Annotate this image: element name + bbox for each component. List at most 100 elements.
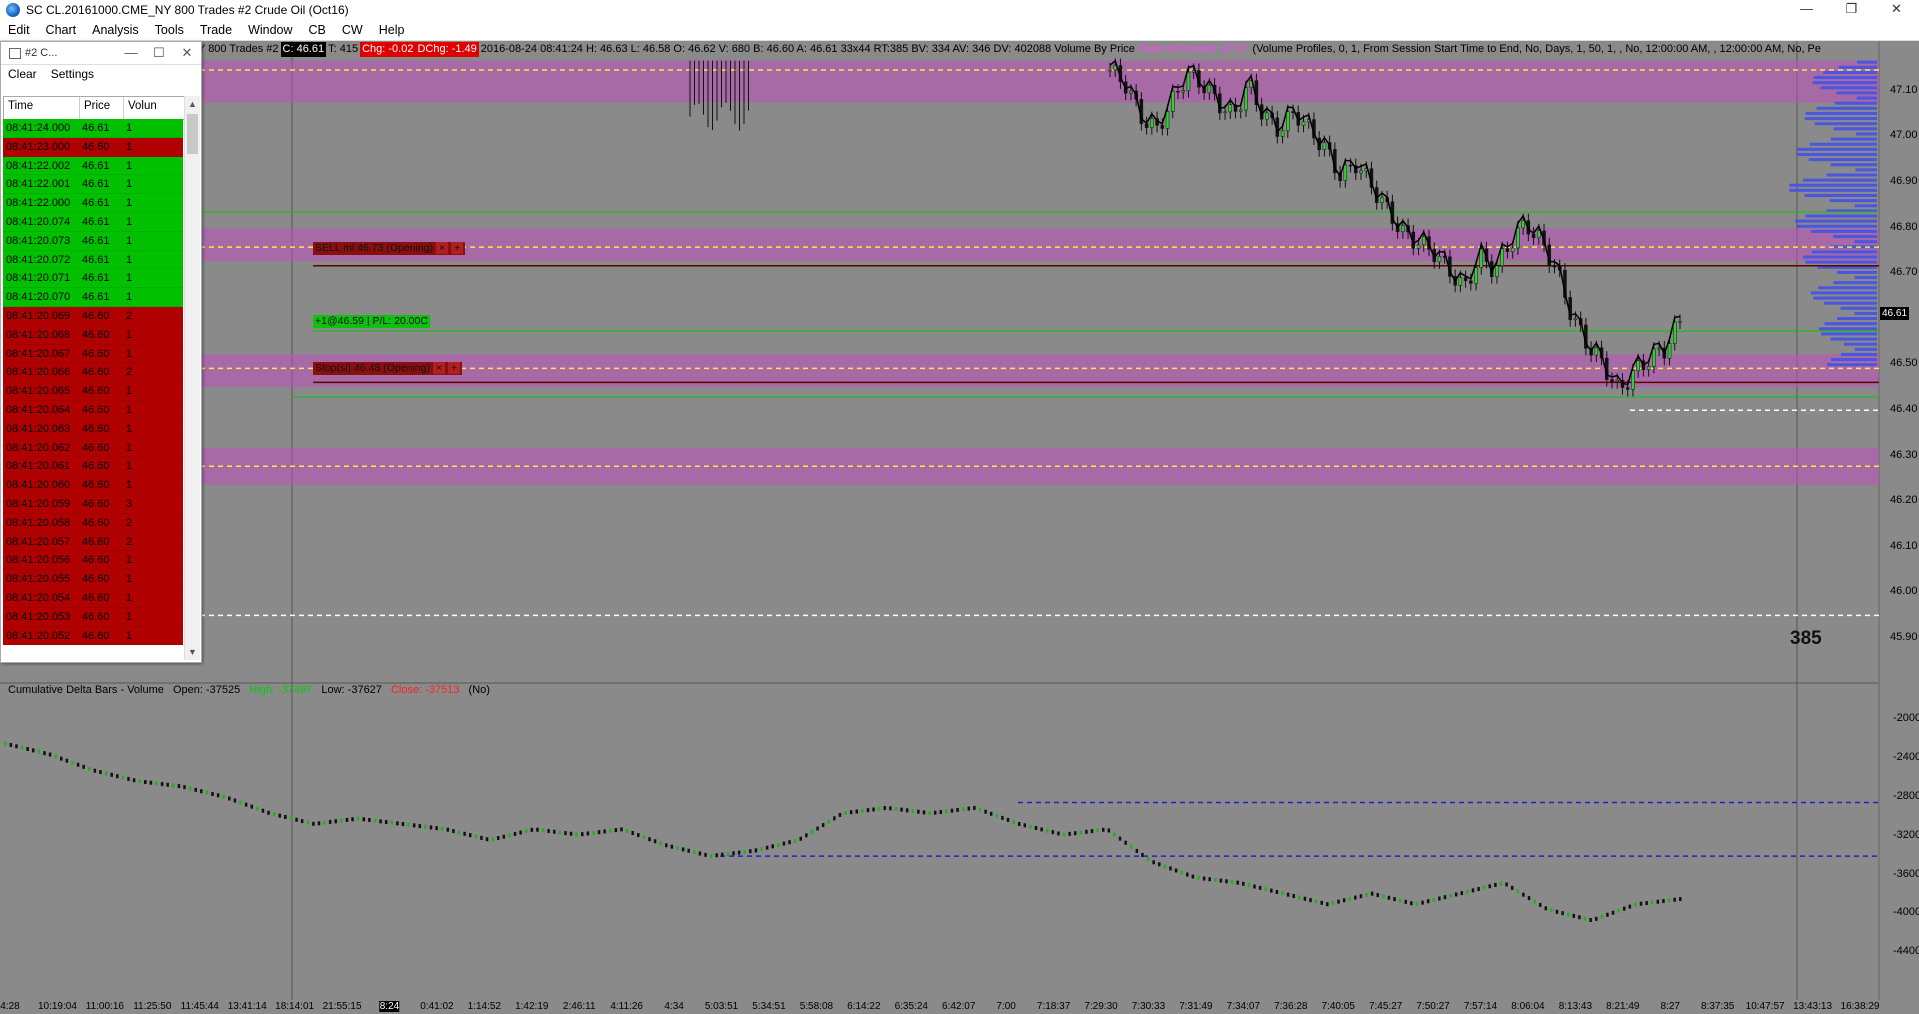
menu-trade[interactable]: Trade: [192, 23, 240, 37]
menu-analysis[interactable]: Analysis: [84, 23, 147, 37]
col-volume[interactable]: Volun: [124, 97, 184, 119]
menu-help[interactable]: Help: [371, 23, 413, 37]
price-chart-canvas[interactable]: [0, 41, 1919, 1014]
ts-cell-time: 08:41:20.062: [6, 441, 71, 454]
ts-title-bar[interactable]: #2 C... — ☐ ✕: [1, 42, 201, 65]
delta-bar: [474, 834, 478, 839]
close-button[interactable]: ✕: [1874, 0, 1919, 20]
ts-row[interactable]: 08:41:20.053 46.60 1: [3, 607, 183, 627]
sell-order-modify[interactable]: +: [451, 242, 464, 254]
ts-row[interactable]: 08:41:22.000 46.61 1: [3, 194, 183, 213]
volume-profile-bar: [1813, 76, 1877, 80]
ts-close-button[interactable]: ✕: [173, 45, 201, 61]
delta-bar: [1180, 870, 1183, 875]
ts-row[interactable]: 08:41:20.054 46.60 1: [3, 588, 183, 608]
ts-row[interactable]: 08:41:23.000 46.60 1: [3, 137, 183, 157]
ts-row[interactable]: 08:41:20.052 46.60 1: [3, 626, 183, 646]
ts-row[interactable]: 08:41:20.056 46.60 1: [3, 551, 183, 571]
delta-bar: [575, 832, 578, 837]
ts-row[interactable]: 08:41:20.058 46.60 2: [3, 513, 183, 533]
time-tick: 7:57:14: [1463, 1001, 1498, 1012]
delta-bar: [1488, 884, 1492, 889]
menu-chart[interactable]: Chart: [38, 23, 85, 37]
ts-title: #2 C...: [25, 47, 58, 59]
candle-body: [1165, 111, 1170, 129]
ts-row[interactable]: 08:41:20.062 46.60 1: [3, 438, 183, 458]
ts-row[interactable]: 08:41:22.002 46.61 1: [3, 156, 183, 176]
delta-bar: [1090, 829, 1094, 834]
ts-cell-time: 08:41:22.002: [6, 159, 71, 172]
ts-cell-price: 46.61: [82, 215, 110, 228]
volume-profile-bar: [1819, 327, 1877, 331]
delta-bar: [1113, 832, 1116, 837]
scroll-up-icon[interactable]: ▲: [185, 96, 200, 112]
delta-bar: [866, 808, 870, 813]
ts-row[interactable]: 08:41:20.071 46.61 1: [3, 269, 183, 289]
menu-tools[interactable]: Tools: [147, 23, 192, 37]
delta-bar: [32, 748, 35, 753]
menu-edit[interactable]: Edit: [0, 23, 38, 37]
ts-row[interactable]: 08:41:20.072 46.61 1: [3, 250, 183, 270]
volume-profile-bar: [1803, 255, 1877, 259]
ts-scrollbar[interactable]: ▲ ▼: [184, 96, 200, 660]
time-tick: 7:50:27: [1416, 1001, 1450, 1012]
delta-bar: [15, 744, 18, 749]
ts-minimize-button[interactable]: —: [117, 45, 145, 61]
col-time[interactable]: Time: [4, 97, 80, 119]
menu-cb[interactable]: CB: [301, 23, 334, 37]
delta-bar: [872, 807, 875, 812]
ts-settings-button[interactable]: Settings: [44, 67, 101, 81]
stop-order-label[interactable]: Stop(sl) 46.48 (Opening) × +: [313, 362, 463, 375]
menu-cw[interactable]: CW: [334, 23, 371, 37]
scroll-thumb[interactable]: [187, 114, 198, 154]
ts-row[interactable]: 08:41:20.055 46.60 1: [3, 570, 183, 589]
ts-row[interactable]: 08:41:20.069 46.60 2: [3, 306, 183, 326]
candle-body: [1359, 170, 1363, 174]
delta-bar: [284, 815, 287, 820]
ts-row[interactable]: 08:41:24.000 46.61 1: [3, 119, 183, 138]
ts-cell-vol: 1: [123, 137, 183, 156]
ts-row[interactable]: 08:41:20.070 46.61 1: [3, 288, 183, 307]
ts-row[interactable]: 08:41:20.060 46.60 1: [3, 476, 183, 495]
delta-bar: [614, 828, 618, 833]
ts-row[interactable]: 08:41:20.067 46.60 1: [3, 344, 183, 364]
ts-header: Time Price Volun: [3, 96, 185, 120]
time-tick: 8:24: [379, 1001, 400, 1012]
ts-row[interactable]: 08:41:20.065 46.60 1: [3, 382, 183, 401]
ts-row[interactable]: 08:41:20.063 46.60 1: [3, 419, 183, 439]
ts-maximize-button[interactable]: ☐: [145, 45, 173, 61]
delta-bar: [569, 831, 573, 836]
ts-row[interactable]: 08:41:20.066 46.60 2: [3, 363, 183, 383]
scroll-down-icon[interactable]: ▼: [185, 644, 200, 660]
ts-row[interactable]: 08:41:20.074 46.61 1: [3, 212, 183, 232]
delta-bar: [1533, 899, 1536, 904]
delta-bar: [1634, 902, 1637, 907]
candle-body: [1437, 256, 1442, 263]
chart-area[interactable]: [0, 41, 1919, 1014]
delta-bar: [429, 825, 433, 830]
ts-row[interactable]: 08:41:20.068 46.60 1: [3, 325, 183, 345]
ts-row[interactable]: 08:41:20.073 46.61 1: [3, 231, 183, 251]
menu-window[interactable]: Window: [240, 23, 300, 37]
delta-bar: [384, 820, 388, 825]
position-label[interactable]: +1@46.59 | P/L: 20.00C: [313, 315, 430, 328]
sell-order-label[interactable]: SELL ml 46.73 (Opening) × +: [313, 242, 466, 255]
delta-low: Low: -37627: [321, 684, 382, 696]
delta-bar: [1600, 914, 1604, 919]
ts-row[interactable]: 08:41:22.001 46.61 1: [3, 175, 183, 195]
delta-bar: [1376, 893, 1379, 898]
stop-order-modify[interactable]: +: [447, 362, 461, 374]
delta-bar: [698, 851, 702, 856]
ts-row[interactable]: 08:41:20.059 46.60 3: [3, 494, 183, 514]
ts-row[interactable]: 08:41:20.064 46.60 1: [3, 400, 183, 420]
col-price[interactable]: Price: [80, 97, 124, 119]
ts-row[interactable]: 08:41:20.061 46.60 1: [3, 457, 183, 477]
time-and-sales-window[interactable]: #2 C... — ☐ ✕ Clear Settings Time Price …: [0, 41, 202, 663]
minimize-button[interactable]: —: [1784, 0, 1829, 20]
restore-button[interactable]: ❐: [1829, 0, 1874, 20]
stop-order-cancel[interactable]: ×: [432, 362, 446, 374]
ts-clear-button[interactable]: Clear: [1, 67, 44, 81]
sell-order-cancel[interactable]: ×: [436, 242, 449, 254]
delta-bar: [1174, 868, 1178, 873]
ts-row[interactable]: 08:41:20.057 46.60 2: [3, 532, 183, 552]
